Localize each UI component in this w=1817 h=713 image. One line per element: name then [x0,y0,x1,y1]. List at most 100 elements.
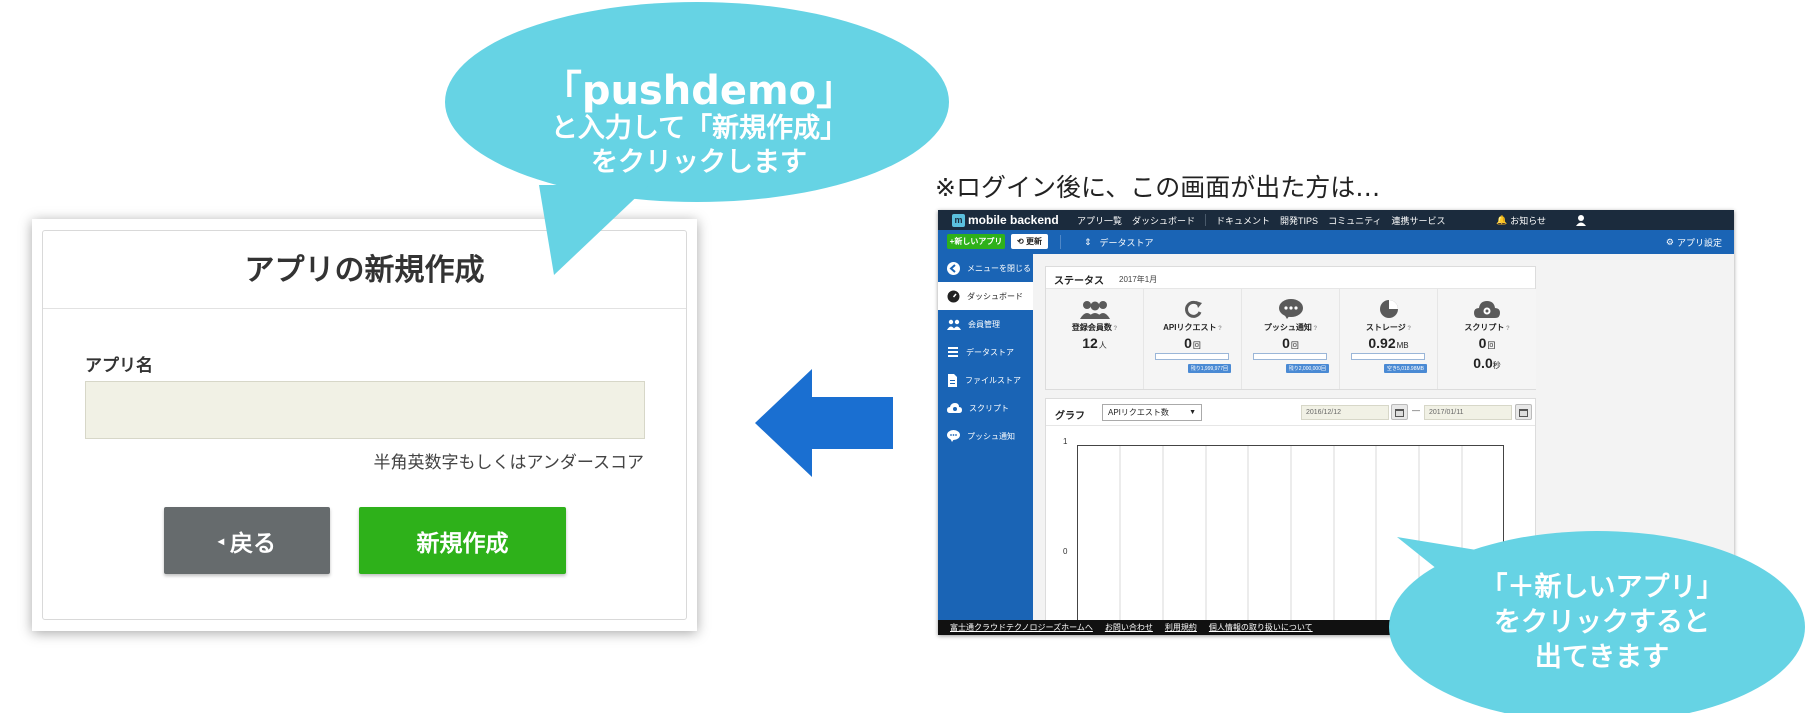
nav-app-list[interactable]: アプリ一覧 [1077,214,1122,227]
current-app-name: データストア [1099,237,1154,248]
toolbar-divider [1060,235,1061,249]
cloud-gear-icon [947,403,962,413]
sidebar: メニューを閉じる ダッシュボード 会員管理 データストア ファイルストア スクリ… [938,254,1033,635]
metric-label: スクリプト [1464,323,1505,332]
login-note: ※ログイン後に、この画面が出た方は… [935,173,1381,202]
refresh-icon [1184,300,1202,318]
new-app-dialog: アプリの新規作成 アプリ名 半角英数字もしくはアンダースコア ◂ 戻る 新規作成 [42,230,687,620]
footer-link-terms[interactable]: 利用規約 [1165,622,1197,633]
graph-header: グラフ APIリクエスト数 ▼ 2016/12/12 — 2017/01/11 [1046,399,1535,426]
refresh-label: 更新 [1025,237,1042,246]
metric-value: 0 [1282,335,1290,351]
user-icon[interactable] [1575,214,1587,226]
sidebar-item-script[interactable]: スクリプト [938,394,1033,422]
sidebar-item-close-menu[interactable]: メニューを閉じる [938,254,1033,282]
refresh-icon: ⟲ [1017,237,1024,246]
app-name-input[interactable] [85,381,645,439]
app-settings-link[interactable]: ⚙ アプリ設定 [1666,234,1722,250]
sidebar-item-label: プッシュ通知 [967,431,1015,441]
metric-label: プッシュ通知 [1263,323,1312,332]
status-title: ステータス [1054,276,1104,287]
new-app-button[interactable]: +新しいアプリ [947,234,1005,249]
sidebar-item-label: 会員管理 [968,319,1000,329]
logo-mark-icon: m [952,213,965,227]
chat-bubble-icon [947,430,960,442]
chevron-left-icon: ◂ [217,533,225,548]
app-selector[interactable]: ⇕ データストア [1084,234,1154,250]
metric-value: 12 [1082,335,1098,351]
help-icon[interactable]: ? [1217,326,1222,332]
callout-bottom-line2: をクリックすると [1494,607,1710,638]
metric-label: APIリクエスト [1163,323,1217,332]
metric-api-requests: APIリクエスト ? 0回 残り1,999,977回 [1144,289,1242,389]
gear-icon: ⚙ [1665,236,1674,247]
help-icon[interactable]: ? [1504,326,1510,332]
status-month: 2017年1月 [1119,275,1158,284]
callout-new-app-hint: 「＋新しいアプリ」 をクリックすると 出てきます [1387,515,1817,713]
sidebar-item-members[interactable]: 会員管理 [938,310,1033,338]
cloud-gear-icon [1474,301,1500,318]
nav-dev-tips[interactable]: 開発TIPS [1280,214,1318,227]
help-icon[interactable]: ? [1312,326,1317,332]
pie-chart-icon [1379,300,1398,318]
metric-unit: 回 [1290,341,1299,350]
remaining-tag: 残り2,000,000回 [1285,364,1329,373]
y-axis-top-label: 1 [1063,437,1068,446]
footer-link-home[interactable]: 富士通クラウドテクノロジーズホームへ [950,622,1093,633]
sidebar-item-dashboard[interactable]: ダッシュボード [938,282,1033,310]
brand-logo[interactable]: m mobile backend [952,213,1059,227]
nav-divider [1205,214,1207,226]
date-from-input[interactable]: 2016/12/12 [1301,405,1389,420]
app-name-label: アプリ名 [85,356,153,376]
sidebar-item-filestore[interactable]: ファイルストア [938,366,1033,394]
app-name-hint: 半角英数字もしくはアンダースコア [373,453,644,473]
back-button[interactable]: ◂ 戻る [164,507,330,574]
sidebar-item-label: ダッシュボード [967,291,1023,301]
usage-bar [1253,353,1327,360]
brand-name: mobile backend [968,213,1059,227]
calendar-icon[interactable] [1391,404,1408,420]
nav-community[interactable]: コミュニティ [1328,214,1381,227]
top-nav-links: アプリ一覧 ダッシュボード ドキュメント 開発TIPS コミュニティ 連携サービ… [1077,210,1446,230]
users-icon [947,319,961,330]
left-arrow-icon [755,369,893,477]
nav-integrations[interactable]: 連携サービス [1392,214,1446,227]
sidebar-item-label: メニューを閉じる [967,263,1031,273]
graph-metric-select[interactable]: APIリクエスト数 ▼ [1102,404,1202,421]
metric-push: プッシュ通知 ? 0回 残り2,000,000回 [1242,289,1340,389]
help-icon[interactable]: ? [1112,326,1117,332]
footer-link-privacy[interactable]: 個人情報の取り扱いについて [1209,622,1313,633]
sidebar-item-datastore[interactable]: データストア [938,338,1033,366]
status-header: ステータス 2017年1月 [1046,267,1535,289]
callout-bottom-line3: 出てきます [1534,642,1670,673]
help-icon[interactable]: ? [1406,326,1411,332]
notice-link[interactable]: 🔔 お知らせ [1496,210,1546,230]
bell-icon: 🔔 [1496,214,1508,225]
create-button[interactable]: 新規作成 [359,507,566,574]
remaining-tag: 空き5,018.98MB [1384,364,1427,373]
sidebar-item-label: スクリプト [969,403,1009,413]
metric-label: ストレージ [1365,323,1406,332]
sidebar-item-label: データストア [966,347,1014,357]
callout-bottom-line1: 「＋新しいアプリ」 [1480,572,1724,603]
calendar-icon[interactable] [1515,404,1532,420]
footer-link-contact[interactable]: お問い合わせ [1105,622,1153,633]
nav-documents[interactable]: ドキュメント [1216,214,1270,227]
metric-value-2: 0.0 [1473,355,1493,371]
caret-down-icon: ▼ [1189,409,1196,416]
metric-script: スクリプト ? 0回 0.0秒 [1438,289,1536,389]
callout-enter-pushdemo: 「pushdemo」 と入力して「新規作成」 をクリックします [444,0,954,280]
y-axis-bottom-label: 0 [1063,547,1068,556]
dashboard-icon [947,290,960,302]
metric-value: 0.92 [1368,335,1396,351]
top-nav-bar: m mobile backend アプリ一覧 ダッシュボード ドキュメント 開発… [938,210,1734,230]
metric-value: 0 [1184,335,1192,351]
refresh-button[interactable]: ⟲ 更新 [1011,234,1048,249]
metric-members: 登録会員数 ? 12人 [1046,289,1144,389]
nav-dashboard[interactable]: ダッシュボード [1132,214,1195,227]
metric-unit: MB [1396,341,1409,350]
sidebar-item-push[interactable]: プッシュ通知 [938,422,1033,450]
date-to-input[interactable]: 2017/01/11 [1424,405,1512,420]
metric-value: 0 [1478,335,1487,351]
datastore-icon [948,347,958,357]
